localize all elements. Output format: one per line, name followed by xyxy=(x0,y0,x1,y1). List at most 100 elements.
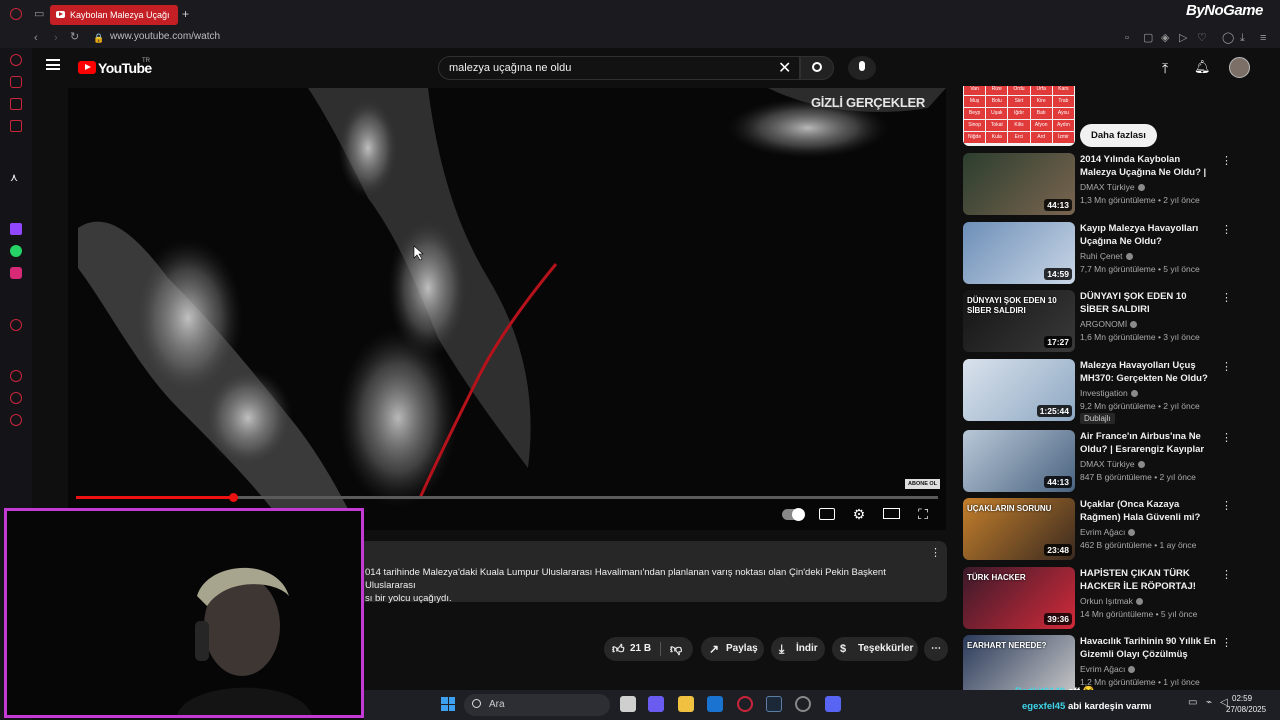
hamburger-menu-icon[interactable] xyxy=(46,59,60,70)
channel-name[interactable]: DMAX Türkiye xyxy=(1080,459,1145,469)
extensions-icon[interactable] xyxy=(10,392,22,404)
autoplay-toggle[interactable] xyxy=(782,508,805,521)
clear-search-icon[interactable]: ✕ xyxy=(778,58,791,78)
upload-icon[interactable]: ⤒ xyxy=(1162,60,1168,77)
avatar[interactable] xyxy=(1229,57,1250,78)
channel-name[interactable]: Orkun Işıtmak xyxy=(1080,596,1143,606)
channel-name[interactable]: ARGONOMİ xyxy=(1080,319,1138,329)
more-options-icon[interactable]: ⋮ xyxy=(1221,431,1232,444)
news-icon[interactable] xyxy=(10,98,22,110)
network-tray-icon[interactable]: ⌁ xyxy=(1206,697,1212,708)
channel-name[interactable]: Investigation xyxy=(1080,388,1138,398)
back-icon[interactable]: ‹ xyxy=(34,32,38,44)
opera-gx-taskbar-icon[interactable] xyxy=(737,696,753,712)
steam-icon[interactable] xyxy=(766,696,782,712)
video-thumbnail[interactable]: 14:59 xyxy=(963,222,1075,284)
menu-icon[interactable]: ≡ xyxy=(1260,32,1266,44)
outlook-icon[interactable] xyxy=(707,696,723,712)
url-field[interactable]: www.youtube.com/watch xyxy=(110,31,220,42)
description-menu-icon[interactable]: ⋮ xyxy=(930,546,941,559)
forward-icon[interactable]: › xyxy=(54,32,58,44)
copilot-icon[interactable] xyxy=(648,696,664,712)
recommendation-card[interactable]: 14:59 Kayıp Malezya Havayolları Uçağına N… xyxy=(963,222,1263,286)
recommendation-card[interactable]: UÇAKLARIN SORUNU 23:48 Uçaklar (Onca Kazay… xyxy=(963,498,1263,562)
video-thumbnail[interactable]: UÇAKLARIN SORUNU 23:48 xyxy=(963,498,1075,560)
more-actions-button[interactable]: ⋯ xyxy=(924,637,948,661)
video-title[interactable]: HAPİSTEN ÇIKAN TÜRK HACKER İLE RÖPORTAJ! xyxy=(1080,567,1216,593)
settings-gear-icon[interactable]: ⚙ xyxy=(851,507,867,521)
recommendation-card[interactable]: TÜRK HACKER 39:36 HAPİSTEN ÇIKAN TÜRK HACK… xyxy=(963,567,1263,631)
profile-icon[interactable]: ◯ xyxy=(1222,32,1234,44)
video-title[interactable]: Kayıp Malezya Havayolları Uçağına Ne Old… xyxy=(1080,222,1216,248)
discord-icon[interactable] xyxy=(825,696,841,712)
taskbar-date[interactable]: 27/08/2025 xyxy=(1226,705,1266,714)
share-button[interactable]: ↗ Paylaş xyxy=(701,637,764,661)
youtube-logo-icon[interactable] xyxy=(78,61,96,74)
history-icon[interactable] xyxy=(10,370,22,382)
display-tray-icon[interactable]: ▭ xyxy=(1188,697,1197,708)
browser-tab-active[interactable]: Kaybolan Malezya Uçağı xyxy=(50,5,178,25)
video-title[interactable]: Uçaklar (Onca Kazaya Rağmen) Hala Güvenl… xyxy=(1080,498,1216,524)
settings-icon[interactable] xyxy=(10,414,22,426)
channel-name[interactable]: Evrim Ağacı xyxy=(1080,527,1136,537)
more-options-icon[interactable]: ⋮ xyxy=(1221,499,1232,512)
video-thumbnail[interactable]: 44:13 xyxy=(963,153,1075,215)
like-count[interactable]: 21 B xyxy=(630,637,651,661)
channel-name[interactable]: DMAX Türkiye xyxy=(1080,182,1145,192)
recommendation-card[interactable]: 44:13 2014 Yılında Kaybolan Malezya Uçağı… xyxy=(963,153,1263,217)
taskbar-search[interactable]: Ara xyxy=(464,694,610,716)
thumbnail-city-grid[interactable]: Van Rize Ordu Urfa Kars Muş Bolu Siirt Kire Trab B… xyxy=(963,86,1075,146)
extension-icon[interactable]: ▫ xyxy=(1125,32,1129,44)
file-explorer-icon[interactable] xyxy=(678,696,694,712)
opera-logo-icon[interactable] xyxy=(10,8,22,20)
video-thumbnail[interactable]: 44:13 xyxy=(963,430,1075,492)
whatsapp-icon[interactable] xyxy=(10,245,22,257)
video-title[interactable]: 2014 Yılında Kaybolan Malezya Uçağına Ne… xyxy=(1080,153,1216,179)
thanks-button[interactable]: $ Teşekkürler xyxy=(832,637,918,661)
progress-scrubber[interactable] xyxy=(229,493,238,502)
more-options-icon[interactable]: ⋮ xyxy=(1221,360,1232,373)
instagram-icon[interactable] xyxy=(10,267,22,279)
video-title[interactable]: Air France'ın Airbus'ına Ne Oldu? | Esra… xyxy=(1080,430,1216,456)
video-thumbnail[interactable]: TÜRK HACKER 39:36 xyxy=(963,567,1075,629)
like-icon[interactable]: 👍︎ xyxy=(612,637,625,661)
more-options-icon[interactable]: ⋮ xyxy=(1221,291,1232,304)
notifications-bell-icon[interactable]: 🔔︎ xyxy=(1194,59,1211,75)
ai-icon[interactable]: ⋏ xyxy=(10,172,22,184)
player-icon[interactable] xyxy=(10,319,22,331)
download-button[interactable]: ⤓ İndir xyxy=(771,637,825,661)
play-icon[interactable]: ▷ xyxy=(1179,32,1187,44)
gx-corner-icon[interactable] xyxy=(10,76,22,88)
dislike-icon[interactable]: 👎︎ xyxy=(670,637,682,661)
video-player[interactable]: GİZLİ GERÇEKLER ABONE OL xyxy=(68,88,946,530)
subtitles-icon[interactable] xyxy=(819,508,835,520)
task-view-icon[interactable] xyxy=(620,696,636,712)
more-options-icon[interactable]: ⋮ xyxy=(1221,223,1232,236)
download-icon[interactable]: ⤓ xyxy=(1240,32,1245,44)
video-thumbnail[interactable]: DÜNYAYI ŞOK EDEN 10 SİBER SALDIRI 17:27 xyxy=(963,290,1075,352)
more-button[interactable]: Daha fazlası xyxy=(1080,124,1157,147)
more-options-icon[interactable]: ⋮ xyxy=(1221,154,1232,167)
more-options-icon[interactable]: ⋮ xyxy=(1221,636,1232,649)
twitch-icon[interactable] xyxy=(10,223,22,235)
recommendation-card[interactable]: DÜNYAYI ŞOK EDEN 10 SİBER SALDIRI 17:27 DÜ… xyxy=(963,290,1263,354)
video-title[interactable]: DÜNYAYI ŞOK EDEN 10 SİBER SALDIRI xyxy=(1080,290,1216,316)
new-tab-button[interactable]: + xyxy=(182,8,189,20)
recommendation-card[interactable]: 44:13 Air France'ın Airbus'ına Ne Oldu? |… xyxy=(963,430,1263,494)
windows-start-icon[interactable] xyxy=(441,697,455,711)
video-title[interactable]: Malezya Havayolları Uçuş MH370: Gerçekte… xyxy=(1080,359,1216,385)
channel-name[interactable]: Evrim Ağacı xyxy=(1080,664,1136,674)
camera-icon[interactable]: ▢ xyxy=(1143,32,1153,44)
voice-search-button[interactable] xyxy=(848,56,876,80)
search-input[interactable]: malezya uçağına ne oldu xyxy=(449,62,571,74)
reload-icon[interactable]: ↻ xyxy=(70,31,79,43)
music-icon[interactable] xyxy=(10,120,22,132)
more-options-icon[interactable]: ⋮ xyxy=(1221,568,1232,581)
search-button[interactable] xyxy=(800,56,834,80)
shield-icon[interactable]: ◈ xyxy=(1161,32,1169,44)
gamepad-icon[interactable]: ▭ xyxy=(34,8,44,20)
aria-icon[interactable] xyxy=(10,54,22,66)
taskbar-time[interactable]: 02:59 xyxy=(1232,694,1252,703)
channel-name[interactable]: Ruhi Çenet xyxy=(1080,251,1133,261)
fullscreen-icon[interactable]: ⛶ xyxy=(915,507,931,521)
